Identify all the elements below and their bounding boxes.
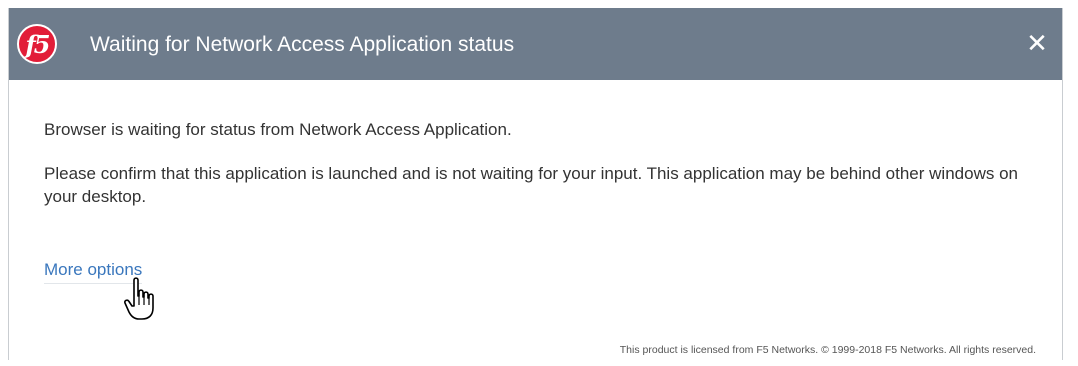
dialog-title: Waiting for Network Access Application s… bbox=[90, 33, 515, 56]
license-footer: This product is licensed from F5 Network… bbox=[619, 344, 1036, 356]
close-button[interactable]: ✕ bbox=[1024, 30, 1050, 56]
hand-pointer-cursor-icon bbox=[124, 277, 154, 320]
status-message: Browser is waiting for status from Netwo… bbox=[44, 120, 512, 139]
status-dialog: f5 Waiting for Network Access Applicatio… bbox=[8, 8, 1063, 360]
top-strip bbox=[0, 0, 1078, 8]
close-icon: ✕ bbox=[1026, 28, 1048, 58]
dialog-titlebar: f5 Waiting for Network Access Applicatio… bbox=[9, 8, 1062, 80]
confirm-message: Please confirm that this application is … bbox=[44, 164, 1018, 206]
f5-logo-icon: f5 bbox=[17, 24, 57, 64]
